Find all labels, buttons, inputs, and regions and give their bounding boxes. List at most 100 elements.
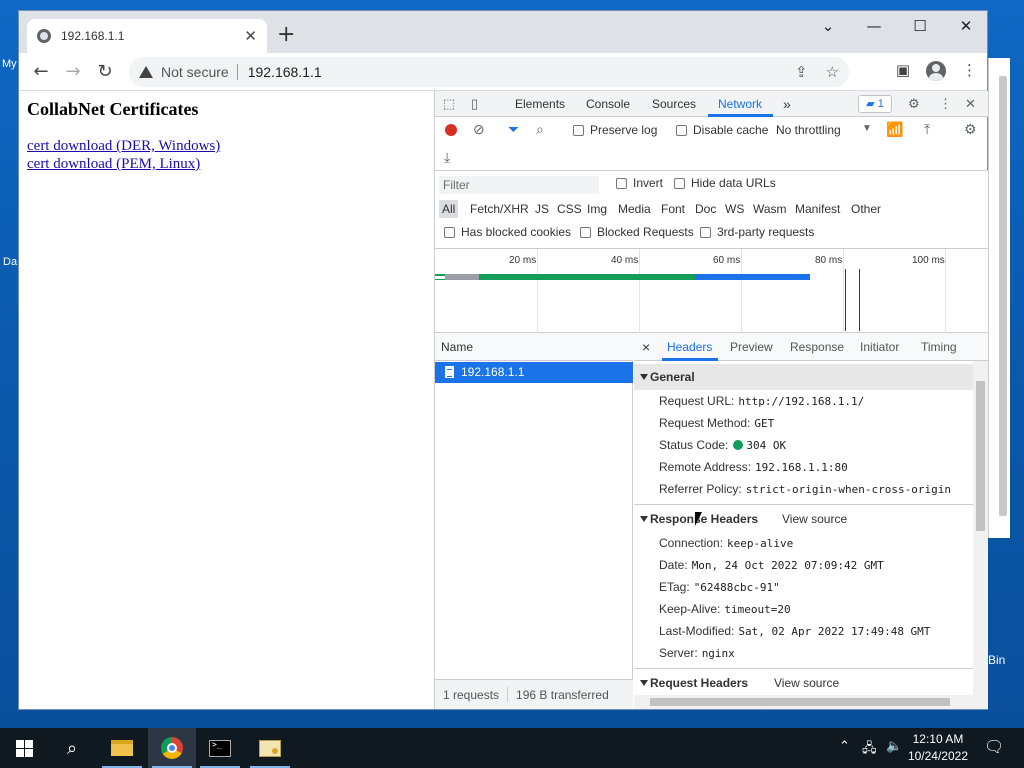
header-key: Remote Address: [659, 460, 752, 474]
horizontal-scrollbar[interactable] [634, 695, 973, 709]
column-header-name[interactable]: Name [435, 333, 633, 361]
desktop-icon-label[interactable]: My [2, 58, 17, 70]
table-row[interactable]: 192.168.1.1 [435, 362, 633, 383]
desktop-icon-label[interactable]: Da [3, 256, 17, 268]
terminal-icon[interactable]: >_ [196, 728, 244, 768]
certificate-manager-icon[interactable] [246, 728, 294, 768]
preserve-log-checkbox[interactable] [573, 125, 584, 136]
share-icon[interactable]: ⇪ [795, 63, 808, 81]
has-blocked-cookies-checkbox[interactable] [444, 227, 455, 238]
maximize-button[interactable]: ☐ [905, 17, 935, 35]
chevron-down-icon[interactable]: ▼ [862, 123, 872, 134]
search-icon[interactable]: ⌕ [48, 728, 96, 768]
clear-icon[interactable]: ⊘ [473, 121, 485, 138]
tab-console[interactable]: Console [586, 91, 630, 117]
hide-data-urls-checkbox[interactable] [674, 178, 685, 189]
type-filter-ws[interactable]: WS [722, 200, 747, 218]
network-settings-gear-icon[interactable]: ⚙ [964, 121, 977, 138]
address-bar[interactable]: Not secure 192.168.1.1 ⇪ ☆ [129, 57, 849, 87]
notifications-icon[interactable]: 🗨 [984, 737, 1004, 756]
forward-button[interactable]: → [61, 61, 85, 83]
type-filter-wasm[interactable]: Wasm [750, 200, 790, 218]
more-options-icon[interactable]: ⋮ [939, 96, 952, 112]
search-icon[interactable]: ⌕ [536, 121, 544, 138]
close-details-button[interactable]: × [642, 333, 650, 361]
response-headers-section-header[interactable]: Response Headers View source [634, 506, 974, 532]
security-label[interactable]: Not secure [161, 64, 229, 80]
header-key: ETag: [659, 580, 690, 594]
throttling-select[interactable]: No throttling [776, 123, 841, 137]
type-filter-img[interactable]: Img [584, 200, 610, 218]
type-filter-css[interactable]: CSS [554, 200, 585, 218]
more-panels-button[interactable]: » [783, 91, 791, 117]
bookmark-star-icon[interactable]: ☆ [826, 63, 839, 81]
third-party-checkbox[interactable] [700, 227, 711, 238]
header-row: Date: Mon, 24 Oct 2022 07:09:42 GMT [659, 558, 884, 572]
cert-der-link[interactable]: cert download (DER, Windows) [27, 137, 426, 155]
type-filter-doc[interactable]: Doc [692, 200, 719, 218]
network-conditions-icon[interactable]: 📶 [886, 121, 903, 138]
start-button[interactable] [0, 728, 48, 768]
scrollbar-thumb[interactable] [650, 698, 950, 706]
view-source-link[interactable]: View source [782, 506, 847, 532]
header-row: Request URL: http://192.168.1.1/ [659, 394, 864, 408]
filter-input[interactable]: Filter [439, 176, 599, 194]
device-toolbar-icon[interactable]: ▯ [471, 96, 478, 112]
tab-timing[interactable]: Timing [921, 333, 957, 361]
network-overview-timeline[interactable]: 20 ms 40 ms 60 ms 80 ms 100 ms [435, 249, 988, 333]
back-button[interactable]: ← [29, 61, 53, 83]
show-hidden-icons-chevron-up-icon[interactable]: ⌃ [839, 739, 850, 754]
type-filter-all[interactable]: All [439, 200, 459, 218]
minimize-button[interactable]: — [859, 17, 889, 35]
type-filter-fetch-xhr[interactable]: Fetch/XHR [467, 200, 532, 218]
tab-preview[interactable]: Preview [730, 333, 773, 361]
inspect-element-icon[interactable]: ⬚ [443, 96, 455, 112]
type-filter-manifest[interactable]: Manifest [792, 200, 843, 218]
file-explorer-icon[interactable] [98, 728, 146, 768]
header-value: Sat, 02 Apr 2022 17:49:48 GMT [738, 625, 931, 638]
warning-icon[interactable] [139, 66, 153, 78]
type-filter-js[interactable]: JS [532, 200, 552, 218]
new-tab-button[interactable]: + [277, 23, 295, 47]
chrome-icon[interactable] [148, 728, 196, 768]
profile-avatar[interactable] [926, 61, 946, 81]
reload-button[interactable]: ↻ [93, 61, 117, 83]
blocked-requests-checkbox[interactable] [580, 227, 591, 238]
scrollbar-thumb[interactable] [976, 381, 985, 531]
request-headers-section-header[interactable]: Request Headers View source [634, 670, 974, 696]
type-filter-font[interactable]: Font [658, 200, 688, 218]
timeline-tick: 80 ms [815, 255, 843, 266]
volume-icon[interactable]: 🔈 [886, 739, 902, 754]
tab-search-button[interactable]: ⌄ [813, 17, 843, 35]
browser-tab[interactable]: 192.168.1.1 ✕ [27, 19, 267, 53]
view-source-link[interactable]: View source [774, 670, 839, 696]
filter-icon[interactable]: ⏷ [508, 121, 519, 138]
type-filter-other[interactable]: Other [848, 200, 884, 218]
tab-close-icon[interactable]: ✕ [244, 27, 257, 45]
tab-initiator[interactable]: Initiator [860, 333, 899, 361]
issues-badge[interactable]: ▰ 1 [858, 95, 892, 113]
status-bar: 1 requests 196 B transferred [435, 679, 633, 709]
tab-sources[interactable]: Sources [652, 91, 696, 117]
close-devtools-icon[interactable]: ✕ [965, 96, 976, 112]
vertical-scrollbar[interactable] [973, 361, 988, 709]
tab-response[interactable]: Response [790, 333, 844, 361]
url-text[interactable]: 192.168.1.1 [248, 64, 322, 80]
close-window-button[interactable]: ✕ [951, 17, 981, 35]
tab-headers[interactable]: Headers [667, 333, 712, 361]
side-panel-icon[interactable]: ▣ [896, 61, 910, 81]
general-section-header[interactable]: General [634, 364, 974, 390]
network-icon[interactable]: 🖧 [862, 739, 877, 761]
system-clock[interactable]: 12:10 AM 10/24/2022 [908, 731, 968, 765]
export-har-icon[interactable]: ⤓ [444, 149, 450, 166]
invert-checkbox[interactable] [616, 178, 627, 189]
type-filter-media[interactable]: Media [615, 200, 654, 218]
cert-pem-link[interactable]: cert download (PEM, Linux) [27, 155, 426, 173]
disable-cache-checkbox[interactable] [676, 125, 687, 136]
recycle-bin-label[interactable]: Bin [988, 653, 1005, 667]
tab-elements[interactable]: Elements [515, 91, 565, 117]
settings-gear-icon[interactable]: ⚙ [908, 96, 920, 112]
import-har-icon[interactable]: ⤒ [924, 121, 930, 138]
menu-icon[interactable]: ⋮ [962, 61, 977, 81]
record-button[interactable] [445, 124, 457, 136]
